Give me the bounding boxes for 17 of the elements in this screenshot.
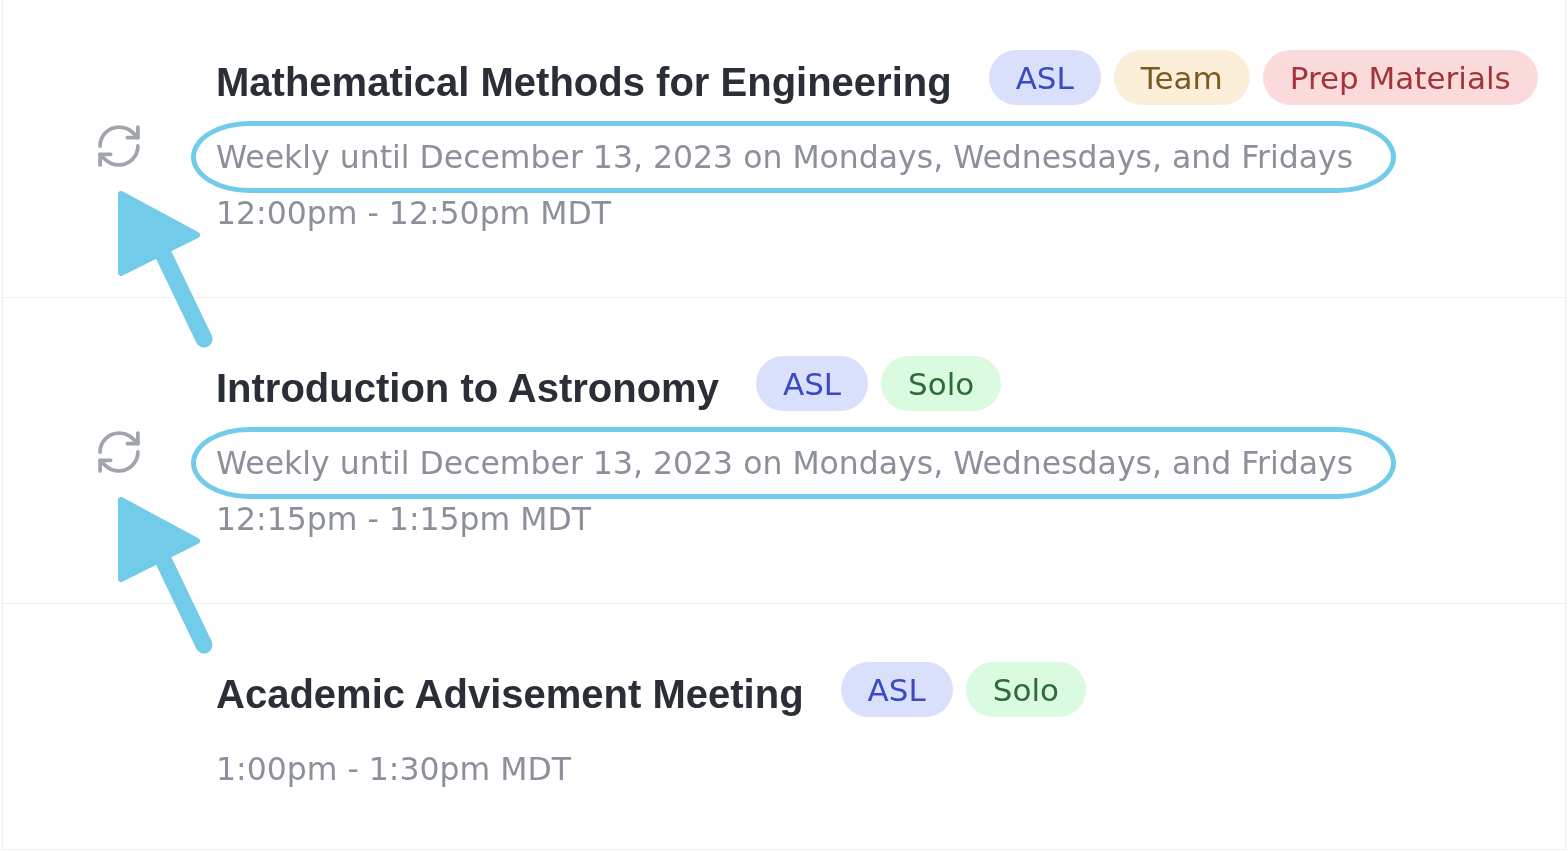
event-title: Introduction to Astronomy — [216, 365, 719, 411]
event-tag: ASL — [755, 356, 869, 411]
event-time: 12:00pm - 12:50pm MDT — [216, 194, 611, 233]
event-tag: Team — [1113, 50, 1250, 105]
event-title: Academic Advisement Meeting — [216, 671, 804, 717]
event-tag: ASL — [988, 50, 1101, 105]
circular-arrows-icon — [98, 431, 140, 473]
event-tag: Prep Materials — [1262, 50, 1538, 105]
event-tag: Solo — [881, 356, 1002, 411]
event-time: 12:15pm - 1:15pm MDT — [216, 500, 591, 539]
event-title: Mathematical Methods for Engineering — [216, 59, 952, 105]
circular-arrows-icon — [98, 125, 140, 167]
event-tag: Solo — [965, 662, 1086, 717]
event-time: 1:00pm - 1:30pm MDT — [216, 750, 571, 789]
event-tag: ASL — [840, 662, 953, 717]
recurrence-text: Weekly until December 13, 2023 on Mondays, Wednesdays, and Fridays — [216, 444, 1354, 483]
recurrence-text: Weekly until December 13, 2023 on Mondays, Wednesdays, and Fridays — [216, 138, 1354, 177]
